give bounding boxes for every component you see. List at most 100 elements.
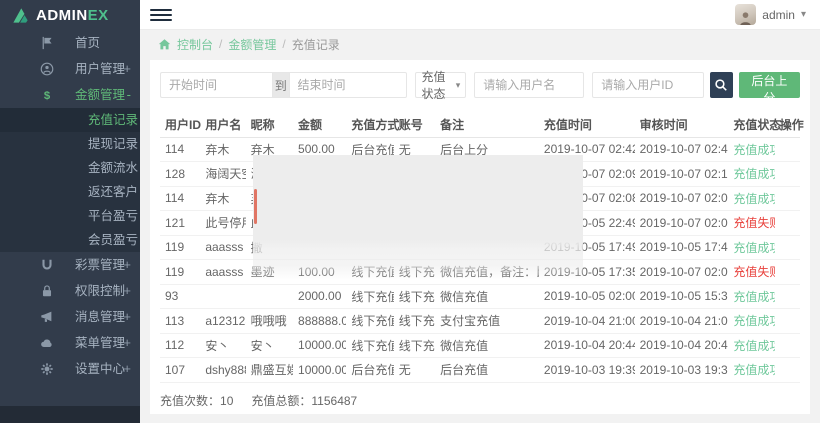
search-icon <box>714 78 728 92</box>
col-method: 充值方式 <box>346 112 393 137</box>
hamburger-menu-icon[interactable] <box>150 5 172 25</box>
sidebar-item-member-pnl[interactable]: 会员盈亏 <box>0 228 140 252</box>
start-time-input[interactable] <box>160 72 272 98</box>
cell-uname: a1231231 <box>200 309 245 334</box>
topbar: admin ▾ <box>140 0 820 30</box>
table-row: 119aaasss墨迹100.00线下充值线下充值微信充值，备注：比2再满201… <box>160 260 800 285</box>
flag-icon <box>40 36 54 50</box>
cell-uname: dshy888 <box>200 358 245 383</box>
recharge-table: 用户ID 用户名 昵称 金额 充值方式 账号 备注 充值时间 审核时间 充值状态… <box>160 112 800 383</box>
sidebar-item-label: 首页 <box>75 36 100 50</box>
cell-account <box>394 211 435 236</box>
search-button[interactable] <box>710 72 732 98</box>
brand-name: ADMINEX <box>36 7 109 24</box>
cell-account: 线下充值 <box>394 309 435 334</box>
cell-remark <box>435 162 539 187</box>
cell-atime: 2019-10-07 02:08:29 <box>635 186 729 211</box>
username-input[interactable] <box>474 72 584 98</box>
cell-method: 线下充值 <box>346 309 393 334</box>
status-badge: 充值成功 <box>733 241 774 255</box>
sidebar-item-withdraw-records[interactable]: 提现记录 <box>0 132 140 156</box>
cell-nick: 安丶 <box>246 333 293 358</box>
sidebar-item-settings[interactable]: 设置中心 + <box>0 356 140 382</box>
end-time-input[interactable] <box>290 72 407 98</box>
sidebar-item-label: 菜单管理 <box>75 336 125 350</box>
table-row: 119aaasss撒2019-10-05 17:49:382019-10-05 … <box>160 235 800 260</box>
recharge-status-select[interactable]: 充值状态 ▾ <box>415 72 467 98</box>
sidebar-item-users[interactable]: 用户管理 + <box>0 56 140 82</box>
table-row: 107dshy888鼎盛互娱10000.00后台充值无后台充值2019-10-0… <box>160 358 800 383</box>
userid-input[interactable] <box>592 72 704 98</box>
cell-ctime: 2019-10-07 02:08:00 <box>539 186 635 211</box>
status-badge: 充值成功 <box>733 363 774 377</box>
cell-method: 后台充值 <box>346 137 393 162</box>
cell-amount <box>293 235 346 260</box>
cell-action <box>775 186 800 211</box>
cell-ctime: 2019-10-07 02:09:28 <box>539 162 635 187</box>
cell-action <box>775 309 800 334</box>
sidebar-item-money[interactable]: $ 金额管理 - <box>0 82 140 108</box>
user-menu[interactable]: admin ▾ <box>735 4 806 25</box>
cell-status: 充值成功 <box>728 162 774 187</box>
cell-remark <box>435 186 539 211</box>
cell-uname: aaasss <box>200 235 245 260</box>
username-label: admin <box>762 8 795 22</box>
cell-uname: 海阔天空 <box>200 162 245 187</box>
avatar <box>735 4 756 25</box>
status-badge: 充值成功 <box>733 192 774 206</box>
table-row: 114弃木弃2019-10-07 02:08:002019-10-07 02:0… <box>160 186 800 211</box>
status-badge: 充值成功 <box>733 290 774 304</box>
to-label: 到 <box>272 72 290 98</box>
sidebar-item-permissions[interactable]: 权限控制 + <box>0 278 140 304</box>
sidebar-item-money-flow[interactable]: 金额流水 <box>0 156 140 180</box>
cell-uname: aaasss <box>200 260 245 285</box>
col-username: 用户名 <box>200 112 245 137</box>
cell-nick: 海 <box>246 162 293 187</box>
lock-icon <box>40 284 54 298</box>
sidebar-item-lottery[interactable]: 彩票管理 + <box>0 252 140 278</box>
breadcrumb-separator: / <box>282 37 285 51</box>
cell-ctime: 2019-10-03 19:39:19 <box>539 358 635 383</box>
cell-nick: 此 <box>246 211 293 236</box>
cell-uid: 112 <box>160 333 200 358</box>
cell-amount: 2000.00 <box>293 284 346 309</box>
cell-action <box>775 235 800 260</box>
expand-indicator: + <box>123 356 131 382</box>
sidebar-item-home[interactable]: 首页 <box>0 30 140 56</box>
cell-nick: 哦哦哦 <box>246 309 293 334</box>
cell-status: 充值成功 <box>728 186 774 211</box>
cell-method: 线下充值 <box>346 284 393 309</box>
cell-atime: 2019-10-04 21:00:29 <box>635 309 729 334</box>
sidebar-item-messages[interactable]: 消息管理 + <box>0 304 140 330</box>
cell-account: 线下充值 <box>394 284 435 309</box>
recharge-count: 充值次数：10 <box>160 392 233 409</box>
cell-status: 充值失败 <box>728 260 774 285</box>
sidebar-item-platform-pnl[interactable]: 平台盈亏 <box>0 204 140 228</box>
cell-atime: 2019-10-03 19:39:19 <box>635 358 729 383</box>
filter-bar: 到 充值状态 ▾ 后台上分 <box>160 72 800 98</box>
sidebar-item-return-customer[interactable]: 返还客户 <box>0 180 140 204</box>
cell-remark: 后台上分 <box>435 137 539 162</box>
sidebar-item-menus[interactable]: 菜单管理 + <box>0 330 140 356</box>
col-user-id: 用户ID <box>160 112 200 137</box>
cell-status: 充值失败 <box>728 211 774 236</box>
caret-down-icon: ▾ <box>456 80 461 91</box>
breadcrumb-current: 充值记录 <box>292 36 340 53</box>
sidebar-item-recharge-records[interactable]: 充值记录 <box>0 108 140 132</box>
cell-action <box>775 137 800 162</box>
cell-ctime: 2019-10-04 21:00:18 <box>539 309 635 334</box>
col-account: 账号 <box>394 112 435 137</box>
breadcrumb-console[interactable]: 控制台 <box>177 36 213 53</box>
cell-remark: 支付宝充值 <box>435 309 539 334</box>
cell-remark: 微信充值，备注：比2再满 <box>435 260 539 285</box>
cell-uid: 107 <box>160 358 200 383</box>
breadcrumb-money[interactable]: 金额管理 <box>228 36 276 53</box>
expand-indicator: + <box>123 56 131 82</box>
cell-ctime: 2019-10-04 20:44:16 <box>539 333 635 358</box>
expand-indicator: + <box>123 304 131 330</box>
cell-ctime: 2019-10-05 17:35:44 <box>539 260 635 285</box>
cell-uname: 弃木 <box>200 137 245 162</box>
user-icon <box>40 62 54 76</box>
cell-action <box>775 260 800 285</box>
backend-topup-button[interactable]: 后台上分 <box>739 72 800 98</box>
